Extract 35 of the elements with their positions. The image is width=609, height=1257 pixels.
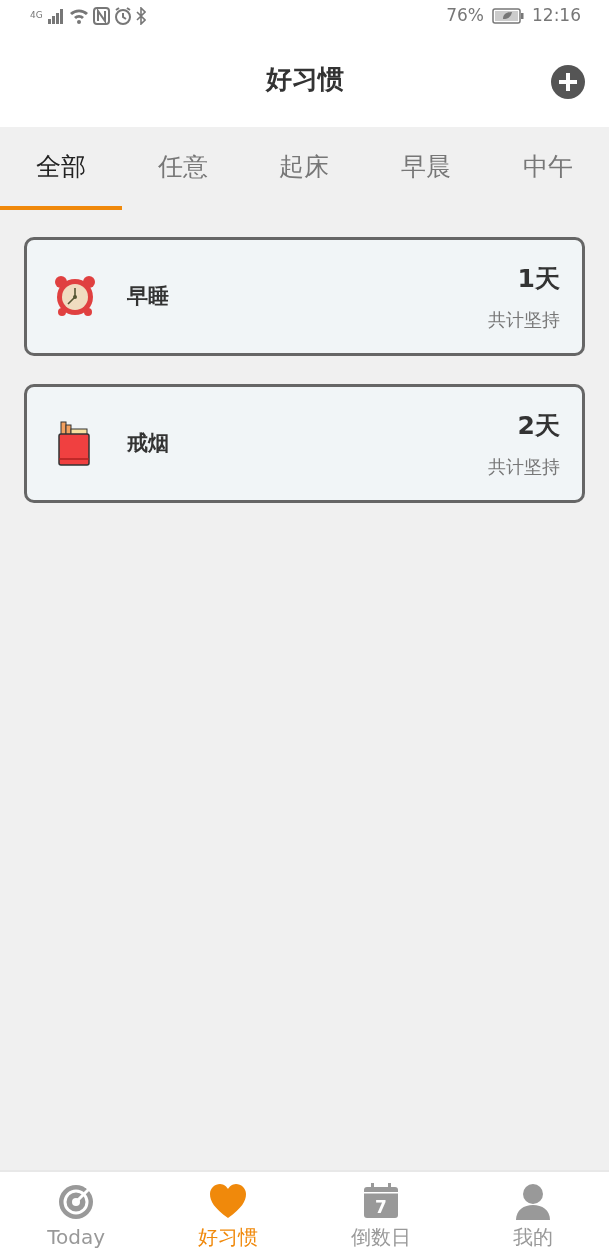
heart-icon [209,1182,248,1220]
nfc-icon [92,7,110,25]
category-tab[interactable]: 任意 [121,127,244,210]
signal-icon [46,8,65,24]
habit-card[interactable]: 早睡 1天 共计坚持 [24,237,585,356]
streak-days: 1天 [517,260,560,298]
wifi-icon [68,8,89,24]
streak-days: 2天 [517,407,560,445]
nav-label: Today [47,1224,106,1251]
alarm-icon [113,7,132,25]
battery-percent: 76% [446,4,484,28]
streak-caption: 共计坚持 [488,454,560,479]
category-tab[interactable]: 早晨 [365,127,488,210]
habit-name: 戒烟 [127,429,170,457]
nav-label: 好习惯 [198,1224,259,1251]
category-tab[interactable]: 全部 [0,127,122,210]
nav-label: 倒数日 [350,1224,411,1251]
person-icon [513,1182,552,1220]
nav-tab[interactable]: 7 倒数日 [304,1172,457,1257]
streak-caption: 共计坚持 [488,307,560,332]
battery-icon [492,8,524,24]
network-label: 4G [30,9,43,23]
nav-tab[interactable]: 好习惯 [152,1172,305,1257]
nav-tab[interactable]: Today [0,1172,153,1257]
category-tab[interactable]: 中午 [487,127,609,210]
habit-card[interactable]: 戒烟 2天 共计坚持 [24,384,585,503]
bluetooth-icon [135,7,146,25]
nav-label: 我的 [512,1224,553,1251]
habit-name: 早睡 [127,282,170,310]
nav-tab[interactable]: 我的 [456,1172,609,1257]
page-title: 好习惯 [265,63,344,96]
category-tab[interactable]: 起床 [243,127,366,210]
target-icon [57,1182,96,1220]
add-button[interactable] [551,65,585,99]
clock-time: 12:16 [532,4,581,28]
